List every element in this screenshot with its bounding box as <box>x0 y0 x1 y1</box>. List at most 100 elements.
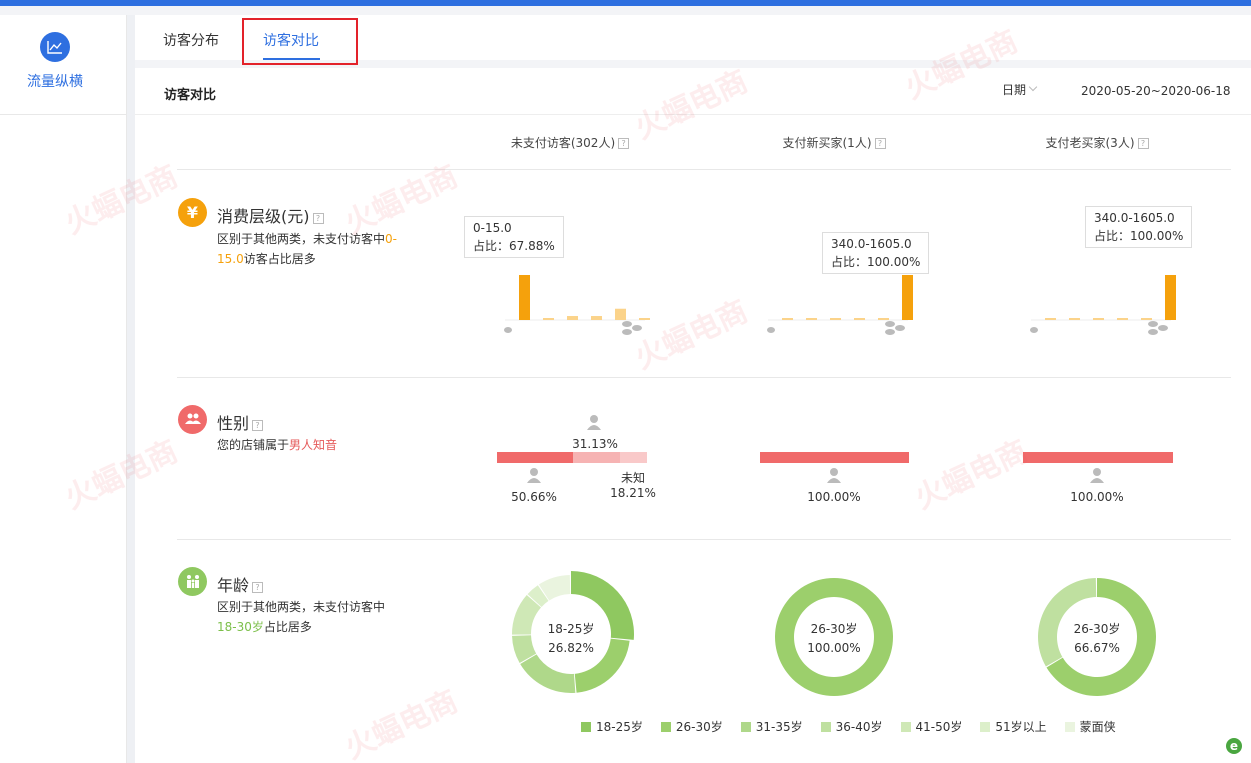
browser-e-icon[interactable]: e <box>1226 738 1242 754</box>
age-slice <box>520 654 576 693</box>
donut-center-value: 26.82% <box>548 641 594 655</box>
panel-title: 访客对比 <box>164 88 217 103</box>
sidebar-gutter <box>127 15 135 763</box>
unknown-pct: 18.21% <box>610 486 656 500</box>
spend-bar <box>567 316 578 320</box>
gender-segment <box>572 452 620 463</box>
age-donut-old-buyer <box>1038 578 1156 696</box>
spend-bar <box>1165 275 1176 320</box>
line-chart-icon[interactable] <box>40 32 70 62</box>
gender-segment <box>497 452 573 463</box>
tab-highlight-box <box>242 18 358 65</box>
legend-swatch <box>1064 722 1075 732</box>
spend-bar <box>1045 318 1056 320</box>
spend-bar <box>519 275 530 320</box>
unknown-label: 未知 <box>620 471 645 485</box>
coin-stack-icon <box>622 329 632 335</box>
date-dropdown[interactable]: 日期 <box>1002 81 1026 98</box>
male-pct: 100.00% <box>1070 490 1124 504</box>
legend-item[interactable]: 26-30岁 <box>660 718 723 735</box>
legend-item[interactable]: 蒙面侠 <box>1064 718 1116 735</box>
donut-center-value: 66.67% <box>1074 641 1120 655</box>
help-icon[interactable]: ? <box>252 420 264 431</box>
spend-bar <box>782 318 793 320</box>
desc-highlight: 18-30岁 <box>217 620 264 634</box>
help-icon[interactable]: ? <box>1137 138 1149 149</box>
gender-bar-unpaid <box>497 452 647 463</box>
legend-swatch <box>900 722 911 732</box>
section-desc-gender: 您的店铺属于男人知音 <box>217 435 407 455</box>
section-title-text: 性别 <box>217 414 250 433</box>
spend-bar <box>591 316 602 320</box>
legend-item[interactable]: 36-40岁 <box>820 718 883 735</box>
spend-bar <box>902 275 913 320</box>
female-pct: 31.13% <box>572 437 618 451</box>
legend-swatch <box>980 722 991 732</box>
spend-bar <box>878 318 889 320</box>
help-icon[interactable]: ? <box>252 582 264 593</box>
coin-low-icon <box>504 327 512 333</box>
column-header-unpaid: 未支付访客(302人)? <box>455 134 685 151</box>
donut-center-label: 26-30岁 <box>810 622 858 636</box>
male-person-icon <box>1090 468 1104 483</box>
gender-bar-new-buyer <box>760 452 909 463</box>
coin-low-icon <box>767 327 775 333</box>
desc-text: 区别于其他两类，未支付访客中 <box>217 232 386 246</box>
desc-text: 您的店铺属于 <box>217 438 290 452</box>
tab-visitor-distribution[interactable]: 访客分布 <box>163 30 219 50</box>
section-title-spend: 消费层级(元)? <box>217 203 324 227</box>
tooltip-share: 占比：67.88% <box>473 239 555 253</box>
legend-label: 41-50岁 <box>915 720 963 734</box>
donut-center-value: 100.00% <box>807 641 861 655</box>
tooltip-share: 占比：100.00% <box>831 255 921 269</box>
chevron-down-icon[interactable] <box>1028 82 1038 92</box>
help-icon[interactable]: ? <box>312 213 324 224</box>
spend-tooltip-unpaid: 0-15.0 占比：67.88% <box>464 216 564 258</box>
section-title-text: 年龄 <box>217 576 250 595</box>
help-icon[interactable]: ? <box>618 138 630 149</box>
spend-bar <box>1093 318 1104 320</box>
tooltip-share: 占比：100.00% <box>1094 229 1184 243</box>
section-desc-spend: 区别于其他两类，未支付访客中0-15.0访客占比居多 <box>217 229 407 269</box>
male-person-icon <box>527 468 541 483</box>
desc-text: 区别于其他两类，未支付访客中 <box>217 600 386 614</box>
divider <box>177 377 1231 378</box>
coin-stack-icon <box>885 329 895 335</box>
spend-tooltip-new-buyer: 340.0-1605.0 占比：100.00% <box>822 232 930 274</box>
spend-bar <box>1117 318 1128 320</box>
age-legend: 18-25岁 26-30岁 31-35岁 36-40岁 41-50岁 51岁以上 蒙面侠 <box>581 718 1134 735</box>
comparison-panel: 访客对比 日期 2020-05-20~2020-06-18 未支付访客(302人… <box>135 68 1251 763</box>
legend-item[interactable]: 51岁以上 <box>980 718 1047 735</box>
coin-stack-icon <box>1148 329 1158 335</box>
male-person-icon <box>827 468 841 483</box>
gender-segment <box>1023 452 1173 463</box>
desc-text: 访客占比居多 <box>243 252 316 266</box>
legend-item[interactable]: 31-35岁 <box>740 718 803 735</box>
section-title-gender: 性别? <box>217 410 264 434</box>
family-icon <box>178 567 207 596</box>
coin-stack-icon <box>1158 325 1168 331</box>
male-pct: 100.00% <box>807 490 861 504</box>
tooltip-range: 340.0-1605.0 <box>1094 211 1175 225</box>
column-label: 支付老买家(3人) <box>1045 136 1135 150</box>
help-icon[interactable]: ? <box>874 138 886 149</box>
sidebar-item-traffic[interactable]: 流量纵横 <box>0 71 110 91</box>
section-title-age: 年龄? <box>217 572 264 596</box>
spend-bar <box>1069 318 1080 320</box>
section-title-text: 消费层级(元) <box>217 207 310 226</box>
divider <box>177 169 1231 170</box>
spend-bar <box>639 318 650 320</box>
coin-stack-icon <box>895 325 905 331</box>
coin-stack-icon <box>632 325 642 331</box>
panel-header: 访客对比 日期 2020-05-20~2020-06-18 <box>135 68 1251 115</box>
gender-segment <box>760 452 909 463</box>
spend-bar <box>1141 318 1152 320</box>
section-desc-age: 区别于其他两类，未支付访客中 18-30岁占比居多 <box>217 597 407 637</box>
legend-item[interactable]: 18-25岁 <box>581 718 643 735</box>
legend-label: 31-35岁 <box>755 720 803 734</box>
coin-low-icon <box>1030 327 1038 333</box>
legend-item[interactable]: 41-50岁 <box>900 718 963 735</box>
desc-highlight: 男人知音 <box>289 438 338 452</box>
spend-bar <box>615 308 626 320</box>
spend-bar <box>806 318 817 320</box>
